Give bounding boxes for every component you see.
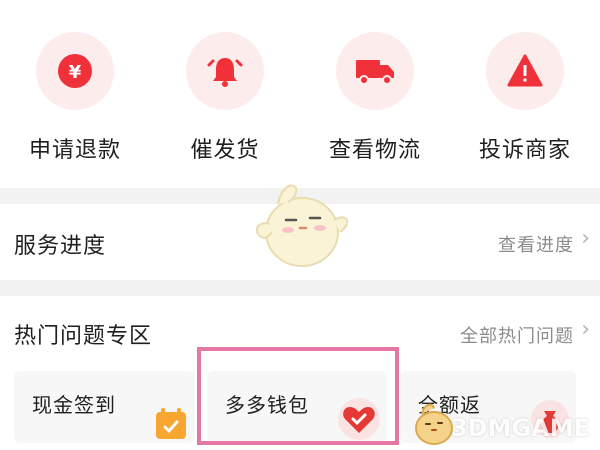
hot-tile-label: 现金签到 bbox=[32, 393, 116, 417]
quick-action-complain[interactable]: 投诉商家 bbox=[450, 32, 600, 164]
hot-tile-cash-checkin[interactable]: 现金签到 bbox=[14, 371, 194, 443]
bell-icon bbox=[186, 32, 264, 110]
calendar-check-icon bbox=[154, 407, 188, 443]
mascot-sticker bbox=[248, 180, 352, 274]
quick-action-label: 投诉商家 bbox=[478, 138, 571, 163]
quick-action-label: 催发货 bbox=[190, 138, 260, 163]
truck-icon bbox=[336, 32, 414, 110]
quick-action-label: 申请退款 bbox=[28, 138, 121, 163]
quick-actions-card: ¥ 申请退款 催发货 查看物流 投诉商家 bbox=[0, 0, 600, 188]
hot-questions-title: 热门问题专区 bbox=[14, 324, 153, 349]
yen-icon: ¥ bbox=[36, 32, 114, 110]
highlight-frame bbox=[197, 347, 399, 445]
all-hot-questions-link[interactable]: 全部热门问题 bbox=[460, 322, 574, 348]
chevron-right-icon: › bbox=[581, 317, 590, 342]
warning-icon bbox=[486, 32, 564, 110]
view-progress-link[interactable]: 查看进度 bbox=[498, 231, 574, 257]
quick-action-label: 查看物流 bbox=[328, 138, 421, 163]
svg-text:¥: ¥ bbox=[69, 62, 82, 83]
service-progress-title: 服务进度 bbox=[14, 234, 107, 259]
quick-action-urge-shipping[interactable]: 催发货 bbox=[150, 32, 300, 164]
watermark-text: 3DMGAME bbox=[450, 414, 590, 442]
quick-action-logistics[interactable]: 查看物流 bbox=[300, 32, 450, 164]
chevron-right-icon: › bbox=[581, 226, 590, 251]
quick-action-refund[interactable]: ¥ 申请退款 bbox=[0, 32, 150, 164]
